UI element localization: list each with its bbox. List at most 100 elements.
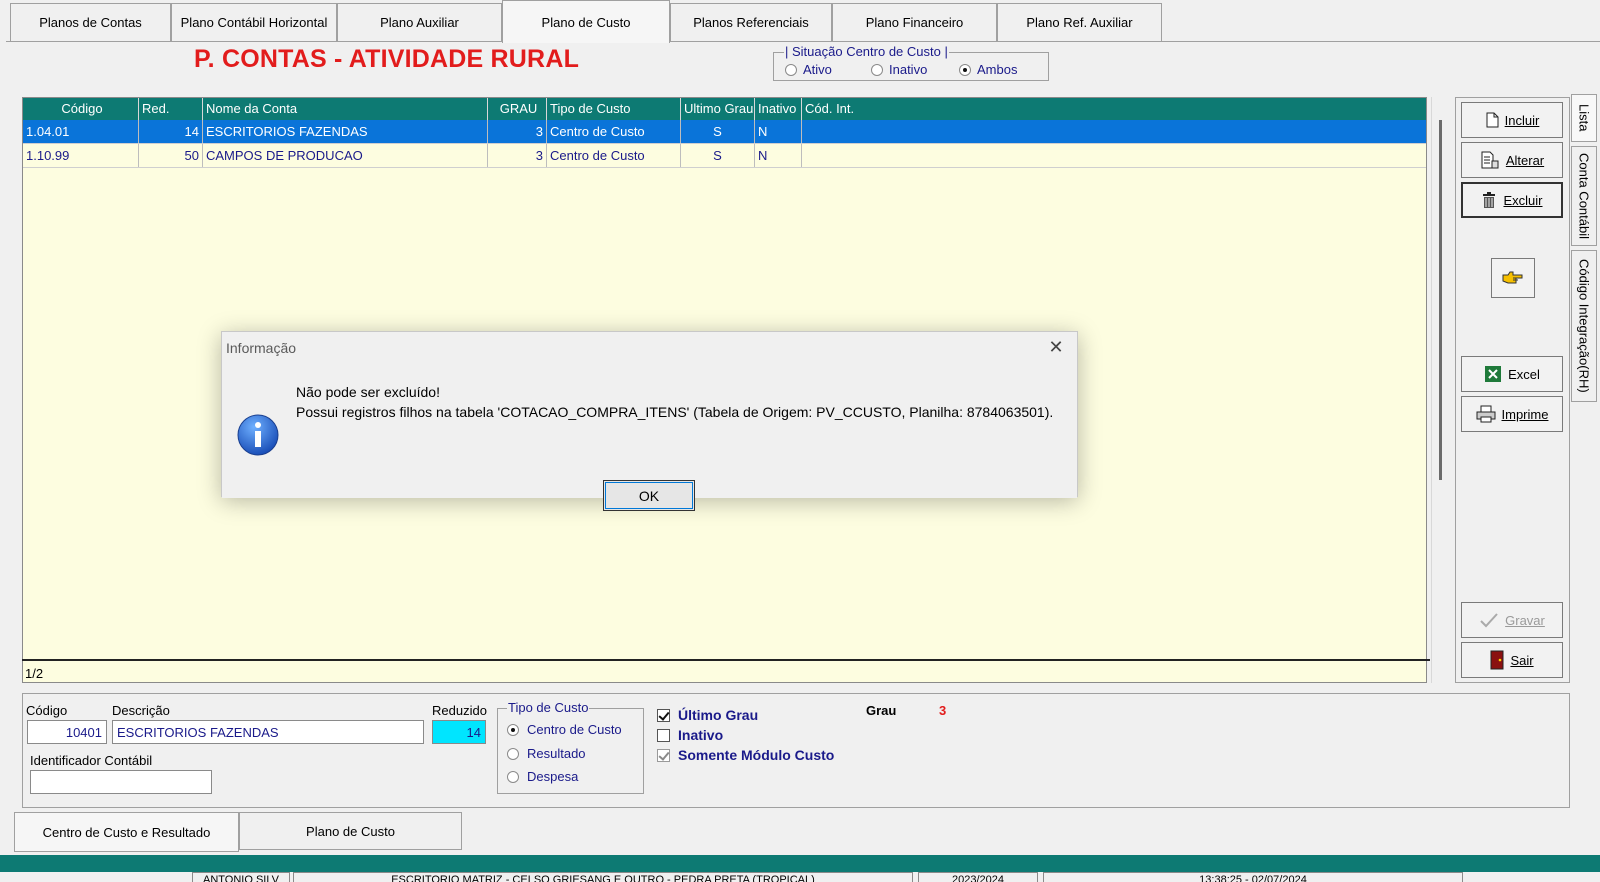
gravar-button[interactable]: Gravar	[1461, 602, 1563, 638]
tab-planos-de-contas[interactable]: Planos de Contas	[10, 3, 171, 41]
cell-ultimo-grau: S	[681, 144, 755, 167]
dialog-message-line1: Não pode ser excluído!	[296, 384, 440, 400]
tab-plano-contabil-horizontal[interactable]: Plano Contábil Horizontal	[171, 3, 337, 41]
alterar-label: Alterar	[1505, 152, 1545, 168]
alterar-button[interactable]: Alterar	[1461, 142, 1563, 178]
status-user: ANTONIO SILV	[192, 872, 290, 882]
table-row[interactable]: 1.10.99 50 CAMPOS DE PRODUCAO 3 Centro d…	[23, 144, 1426, 168]
tab-planos-referenciais[interactable]: Planos Referenciais	[670, 3, 832, 41]
gravar-label: Gravar	[1505, 612, 1545, 628]
ultimo-grau-label: Último Grau	[678, 707, 759, 723]
status-company: ESCRITORIO MATRIZ - CELSO GRIESANG E OUT…	[293, 872, 913, 882]
inativo-checkbox[interactable]: Inativo	[657, 727, 723, 743]
exit-door-icon	[1490, 650, 1504, 670]
codigo-label: Código	[26, 703, 68, 718]
grau-value: 3	[939, 703, 947, 718]
page-title: P. CONTAS - ATIVIDADE RURAL	[194, 45, 580, 73]
situacao-ativo-label: Ativo	[803, 62, 832, 77]
trash-icon	[1483, 192, 1496, 208]
tab-centro-custo-resultado[interactable]: Centro de Custo e Resultado	[14, 812, 239, 852]
radio-icon	[871, 63, 883, 76]
pointer-button[interactable]	[1491, 258, 1535, 298]
descricao-field[interactable]: ESCRITORIOS FAZENDAS	[112, 720, 424, 744]
checkbox-icon	[657, 728, 670, 742]
identificador-field[interactable]	[30, 770, 212, 794]
grau-label: Grau	[866, 703, 897, 718]
reduzido-label: Reduzido	[432, 703, 487, 718]
radio-icon	[507, 747, 519, 760]
cell-red: 14	[139, 120, 203, 143]
radio-selected-icon	[959, 63, 971, 76]
status-datetime: 13:38:25 - 02/07/2024	[1043, 872, 1463, 882]
tab-plano-ref-auxiliar[interactable]: Plano Ref. Auxiliar	[997, 3, 1162, 41]
tipo-resultado-radio[interactable]: Resultado	[507, 746, 586, 761]
reduzido-field[interactable]: 14	[432, 720, 486, 744]
excel-button[interactable]: Excel	[1461, 356, 1563, 392]
cell-cod-int	[802, 144, 1426, 167]
col-tipo-custo[interactable]: Tipo de Custo	[547, 98, 681, 120]
vtab-lista[interactable]: Lista	[1571, 94, 1597, 142]
scrollbar-thumb[interactable]	[1439, 120, 1442, 480]
situacao-inativo-radio[interactable]: Inativo	[871, 62, 927, 77]
situacao-ambos-radio[interactable]: Ambos	[959, 62, 1017, 77]
cell-red: 50	[139, 144, 203, 167]
col-ultimo-grau[interactable]: Ultimo Grau	[681, 98, 755, 120]
ok-label: OK	[638, 487, 660, 504]
tipo-despesa-radio[interactable]: Despesa	[507, 769, 578, 784]
excel-icon	[1485, 366, 1502, 382]
hand-pointer-icon	[1502, 271, 1523, 284]
inativo-label: Inativo	[678, 727, 724, 743]
grid-header: Código Red. Nome da Conta GRAU Tipo de C…	[23, 98, 1426, 120]
edit-document-icon	[1481, 151, 1499, 169]
cell-nome: CAMPOS DE PRODUCAO	[203, 144, 488, 167]
sair-button[interactable]: Sair	[1461, 642, 1563, 678]
radio-selected-icon	[507, 723, 519, 736]
grid-pager: 1/2	[22, 659, 1430, 683]
cell-grau: 3	[488, 144, 547, 167]
dialog-message-line2: Possui registros filhos na tabela 'COTAC…	[296, 404, 1054, 420]
ultimo-grau-checkbox[interactable]: Último Grau	[657, 707, 758, 723]
cell-cod-int	[802, 120, 1426, 143]
excel-label: Excel	[1508, 366, 1540, 382]
col-cod-int[interactable]: Cód. Int.	[802, 98, 1426, 120]
cell-nome: ESCRITORIOS FAZENDAS	[203, 120, 488, 143]
excluir-label: Excluir	[1503, 192, 1543, 208]
tipo-centro-custo-label: Centro de Custo	[527, 722, 622, 737]
cell-codigo: 1.04.01	[23, 120, 139, 143]
tab-plano-auxiliar[interactable]: Plano Auxiliar	[337, 3, 502, 41]
col-grau[interactable]: GRAU	[488, 98, 547, 120]
checkbox-checked-icon	[657, 708, 670, 722]
vtab-conta-contabil[interactable]: Conta Contábil	[1571, 146, 1597, 246]
cell-inativo: N	[755, 144, 802, 167]
col-codigo[interactable]: Código	[23, 98, 139, 120]
tipo-centro-custo-radio[interactable]: Centro de Custo	[507, 722, 622, 737]
info-icon	[237, 414, 279, 456]
tab-plano-financeiro[interactable]: Plano Financeiro	[832, 3, 997, 41]
checkbox-checked-icon	[657, 748, 670, 762]
col-nome-conta[interactable]: Nome da Conta	[203, 98, 488, 120]
imprime-button[interactable]: Imprime	[1461, 396, 1563, 432]
info-dialog: Informação ✕ Não pode ser excluído! Poss…	[221, 331, 1078, 511]
vtab-codigo-integracao[interactable]: Código Integração(RH)	[1571, 250, 1597, 402]
new-document-icon	[1486, 112, 1499, 128]
ok-button[interactable]: OK	[603, 480, 695, 511]
somente-modulo-checkbox[interactable]: Somente Módulo Custo	[657, 747, 834, 763]
close-icon[interactable]: ✕	[1045, 336, 1067, 358]
table-row[interactable]: 1.04.01 14 ESCRITORIOS FAZENDAS 3 Centro…	[23, 120, 1426, 144]
codigo-field[interactable]: 10401	[27, 720, 107, 744]
situacao-ativo-radio[interactable]: Ativo	[785, 62, 832, 77]
tab-plano-de-custo-bottom[interactable]: Plano de Custo	[239, 812, 462, 850]
situacao-inativo-label: Inativo	[889, 62, 928, 77]
tab-plano-de-custo[interactable]: Plano de Custo	[502, 0, 670, 43]
status-period: 2023/2024	[918, 872, 1038, 882]
col-red[interactable]: Red.	[139, 98, 203, 120]
tipo-custo-label: Tipo de Custo	[507, 700, 590, 715]
tab-strip-border	[6, 41, 1600, 42]
col-inativo[interactable]: Inativo	[755, 98, 802, 120]
cell-tipo: Centro de Custo	[547, 120, 681, 143]
incluir-label: Incluir	[1504, 112, 1540, 128]
excluir-button[interactable]: Excluir	[1461, 182, 1563, 218]
radio-icon	[507, 770, 519, 783]
identificador-label: Identificador Contábil	[30, 753, 153, 768]
incluir-button[interactable]: Incluir	[1461, 102, 1563, 138]
